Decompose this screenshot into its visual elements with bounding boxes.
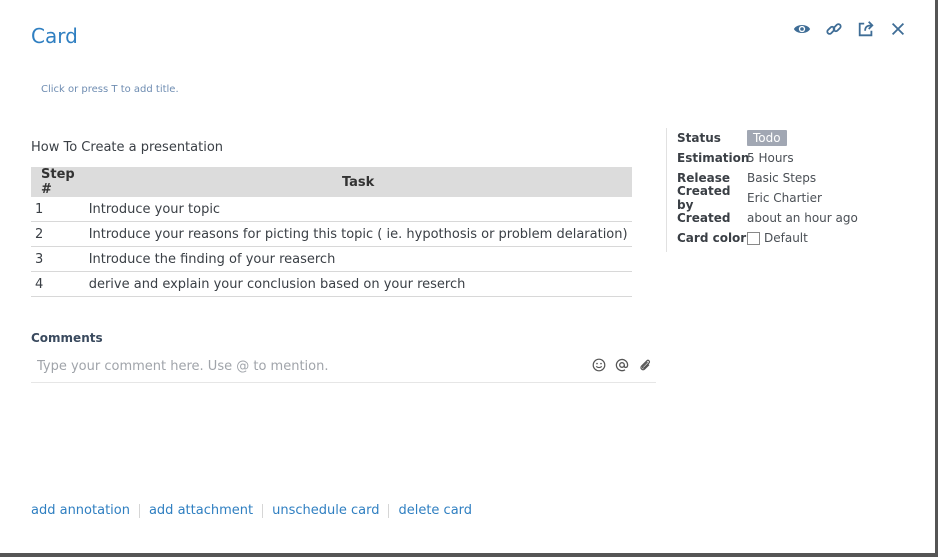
divider xyxy=(388,503,390,518)
step-number: 4 xyxy=(31,271,85,297)
meta-row-status: Status Todo xyxy=(677,128,917,148)
add-title-hint[interactable]: Click or press T to add title. xyxy=(41,84,179,95)
step-number: 3 xyxy=(31,246,85,272)
status-badge[interactable]: Todo xyxy=(747,130,787,146)
table-row: 3 Introduce the finding of your reaserch xyxy=(31,246,632,272)
color-swatch[interactable] xyxy=(747,232,760,245)
comment-tools xyxy=(592,358,652,372)
comment-composer xyxy=(31,350,656,383)
at-icon[interactable] xyxy=(615,358,629,372)
release-value[interactable]: Basic Steps xyxy=(747,171,816,185)
unschedule-card-link[interactable]: unschedule card xyxy=(272,503,379,518)
table-header-row: Step # Task xyxy=(31,167,632,197)
comment-input[interactable] xyxy=(37,356,577,376)
comments-heading: Comments xyxy=(31,331,103,345)
table-row: 2 Introduce your reasons for picting thi… xyxy=(31,221,632,247)
step-number: 1 xyxy=(31,197,85,222)
release-label: Release xyxy=(677,171,731,185)
estimation-value[interactable]: 5 Hours xyxy=(747,151,794,165)
divider xyxy=(138,503,140,518)
steps-table: Step # Task 1 Introduce your topic 2 Int… xyxy=(31,167,632,297)
card-dialog: Card Click or press T to add title. How … xyxy=(0,0,938,557)
column-header-task: Task xyxy=(84,167,632,197)
meta-row-created-by: Created by Eric Chartier xyxy=(677,184,917,212)
link-icon[interactable] xyxy=(825,20,843,38)
step-number: 2 xyxy=(31,221,85,247)
add-annotation-link[interactable]: add annotation xyxy=(31,503,130,518)
step-task: Introduce the finding of your reaserch xyxy=(84,246,632,272)
card-metadata-panel: Status Todo Estimation 5 Hours Release B… xyxy=(666,128,917,252)
eye-icon[interactable] xyxy=(793,20,811,38)
card-color-picker[interactable]: Default xyxy=(747,231,808,245)
add-attachment-link[interactable]: add attachment xyxy=(149,503,253,518)
step-task: Introduce your topic xyxy=(84,197,632,222)
divider xyxy=(262,503,264,518)
step-task: Introduce your reasons for picting this … xyxy=(84,221,632,247)
table-row: 4 derive and explain your conclusion bas… xyxy=(31,271,632,297)
paperclip-icon[interactable] xyxy=(638,358,652,372)
close-icon[interactable] xyxy=(889,20,907,38)
table-row: 1 Introduce your topic xyxy=(31,197,632,222)
card-actions: add annotation add attachment unschedule… xyxy=(31,503,472,518)
created-by-label: Created by xyxy=(677,184,731,212)
card-description-heading: How To Create a presentation xyxy=(31,140,224,155)
created-label: Created xyxy=(677,211,731,225)
card-color-value: Default xyxy=(764,231,808,245)
status-label: Status xyxy=(677,131,721,145)
card-title: Card xyxy=(31,24,78,48)
step-task: derive and explain your conclusion based… xyxy=(84,271,632,297)
created-value: about an hour ago xyxy=(747,211,858,225)
meta-row-card-color: Card color Default xyxy=(677,228,917,248)
share-icon[interactable] xyxy=(857,20,875,38)
header-toolbar xyxy=(793,20,907,38)
smiley-icon[interactable] xyxy=(592,358,606,372)
created-by-value: Eric Chartier xyxy=(747,191,822,205)
delete-card-link[interactable]: delete card xyxy=(398,503,472,518)
meta-row-estimation: Estimation 5 Hours xyxy=(677,148,917,168)
card-color-label: Card color xyxy=(677,231,747,245)
meta-row-created: Created about an hour ago xyxy=(677,208,917,228)
column-header-step: Step # xyxy=(31,167,85,197)
estimation-label: Estimation xyxy=(677,151,750,165)
